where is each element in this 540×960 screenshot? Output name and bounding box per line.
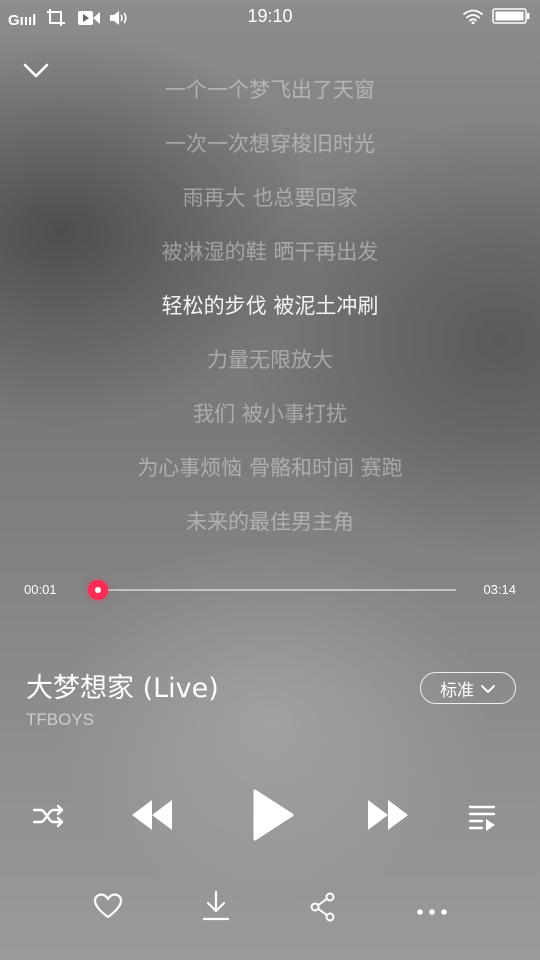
lyric-line-active: 轻松的步伐 被泥土冲刷 (161, 294, 379, 318)
progress-track[interactable] (87, 580, 456, 600)
status-right (462, 8, 530, 28)
lyric-line: 为心事烦恼 骨骼和时间 赛跑 (137, 456, 403, 480)
download-icon (202, 890, 230, 926)
lyric-line: 未来的最佳男主角 (186, 510, 354, 534)
next-button[interactable] (366, 798, 410, 836)
progress-bar: 00:01 03:14 (0, 574, 540, 606)
song-title: 大梦想家 (Live) (26, 673, 219, 704)
lyric-line: 我们 被小事打扰 (193, 402, 347, 426)
status-time: 19:10 (247, 6, 293, 26)
favorite-button[interactable] (93, 892, 123, 924)
playlist-icon (468, 805, 498, 836)
shuffle-icon (32, 804, 66, 834)
previous-icon (130, 800, 174, 836)
share-button[interactable] (310, 892, 336, 926)
lyric-line: 力量无限放大 (207, 348, 333, 372)
lyric-line: 一个一个梦飞出了天窗 (165, 78, 375, 102)
total-time: 03:14 (483, 582, 516, 597)
playlist-button[interactable] (468, 802, 498, 836)
current-time: 00:01 (24, 582, 57, 597)
lyric-line: 一次一次想穿梭旧时光 (165, 132, 375, 156)
battery-icon (492, 8, 530, 28)
lyric-line: 雨再大 也总要回家 (182, 186, 358, 210)
heart-icon (93, 893, 123, 924)
quality-button[interactable]: 标准 (420, 672, 516, 704)
next-icon (366, 800, 410, 836)
more-button[interactable] (416, 902, 448, 921)
chevron-down-icon (480, 679, 496, 698)
more-icon (416, 902, 448, 921)
share-icon (310, 892, 336, 926)
lyric-line: 被淋湿的鞋 晒干再出发 (161, 240, 379, 264)
song-artist[interactable]: TFBOYS (26, 710, 94, 730)
quality-label: 标准 (440, 680, 474, 701)
previous-button[interactable] (130, 798, 174, 836)
play-button[interactable] (252, 788, 294, 846)
progress-thumb[interactable] (87, 580, 108, 600)
wifi-icon (462, 8, 484, 28)
status-bar: Gıııl 19:10 (0, 0, 540, 34)
shuffle-button[interactable] (32, 802, 66, 834)
download-button[interactable] (202, 890, 230, 926)
play-icon (252, 789, 294, 846)
